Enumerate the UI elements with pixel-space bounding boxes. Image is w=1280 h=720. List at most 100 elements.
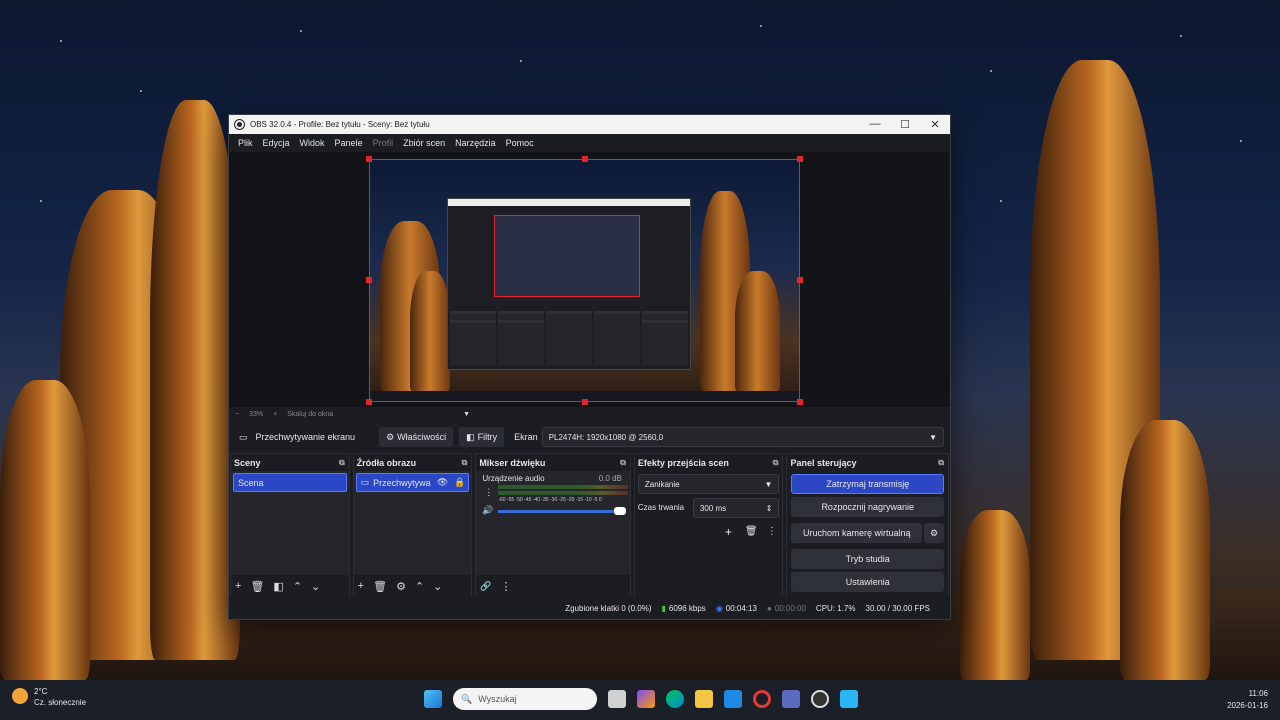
virtual-camera-settings-icon[interactable]: ⚙ bbox=[924, 523, 944, 543]
record-icon: ● bbox=[766, 603, 772, 613]
scenes-title: Sceny bbox=[234, 457, 261, 468]
undock-icon[interactable]: ⧉ bbox=[620, 458, 626, 468]
settings-button[interactable]: Ustawienia bbox=[791, 572, 944, 592]
opera-icon[interactable] bbox=[753, 690, 771, 708]
weather-icon bbox=[12, 688, 28, 704]
menu-bar: Plik Edycja Widok Panele Profil Zbiór sc… bbox=[229, 134, 950, 152]
window-title: OBS 32.0.4 - Profile: Bez tytułu - Sceny… bbox=[250, 120, 430, 129]
stream-time: 00:04:13 bbox=[725, 603, 757, 613]
mixer-dock: Mikser dźwięku ⧉ Urządzenie audio 0.0 dB … bbox=[475, 453, 631, 598]
volume-slider-handle[interactable] bbox=[614, 507, 627, 515]
preview-canvas[interactable] bbox=[369, 159, 800, 402]
source-item[interactable]: ▭ Przechwytywa 👁 🔒 bbox=[355, 473, 470, 492]
menu-profil[interactable]: Profil bbox=[373, 138, 394, 148]
zoom-in-button[interactable]: + bbox=[273, 411, 277, 418]
chevron-up-icon[interactable]: ⌃ bbox=[415, 580, 424, 593]
menu-edycja[interactable]: Edycja bbox=[263, 138, 290, 148]
eye-icon[interactable]: 👁 bbox=[437, 477, 448, 488]
gear-icon[interactable]: ⚙ bbox=[396, 580, 406, 593]
menu-zbior-scen[interactable]: Zbiór scen bbox=[403, 138, 445, 148]
spin-icon: ⇕ bbox=[765, 503, 773, 513]
maximize-button[interactable]: ☐ bbox=[890, 118, 920, 131]
stop-stream-button[interactable]: Zatrzymaj transmisję bbox=[791, 474, 944, 494]
app-icon[interactable] bbox=[840, 690, 858, 708]
menu-widok[interactable]: Widok bbox=[300, 138, 325, 148]
menu-pomoc[interactable]: Pomoc bbox=[506, 138, 534, 148]
link-icon[interactable]: 🔗 bbox=[480, 581, 491, 592]
transitions-title: Efekty przejścia scen bbox=[637, 457, 729, 468]
file-explorer-icon[interactable] bbox=[695, 690, 713, 708]
filters-button[interactable]: ◧ Filtry bbox=[459, 427, 505, 447]
chevron-down-icon: ▼ bbox=[764, 479, 773, 489]
chevron-up-icon[interactable]: ⌃ bbox=[293, 580, 302, 593]
properties-button[interactable]: ⚙ Właściwości bbox=[379, 427, 454, 447]
weather-widget[interactable]: 2°C Cz. słonecznie bbox=[12, 686, 86, 708]
undock-icon[interactable]: ⧉ bbox=[773, 458, 779, 468]
add-icon[interactable]: + bbox=[725, 525, 732, 539]
studio-mode-button[interactable]: Tryb studia bbox=[791, 549, 944, 569]
mixer-title: Mikser dźwięku bbox=[479, 457, 546, 468]
controls-title: Panel sterujący bbox=[790, 457, 857, 468]
obs-taskbar-icon[interactable] bbox=[811, 690, 829, 708]
monitor-icon: ▭ bbox=[360, 477, 370, 487]
scene-item[interactable]: Scena bbox=[233, 473, 347, 492]
bitrate: 6096 kbps bbox=[668, 603, 706, 613]
screen-select[interactable]: PL2474H: 1920x1080 @ 2560,0 ▼ bbox=[541, 427, 944, 447]
outlook-icon[interactable] bbox=[724, 690, 742, 708]
dropped-frames: Zgubione klatki 0 (0.0%) bbox=[565, 603, 652, 613]
preview-area[interactable] bbox=[229, 152, 950, 407]
monitor-icon: ▭ bbox=[239, 431, 248, 442]
volume-slider[interactable] bbox=[498, 510, 627, 513]
undock-icon[interactable]: ⧉ bbox=[938, 458, 944, 468]
close-button[interactable]: ✕ bbox=[920, 118, 950, 131]
chevron-down-icon: ▼ bbox=[929, 432, 937, 442]
audio-device-name: Urządzenie audio bbox=[482, 474, 545, 483]
duration-spinbox[interactable]: 300 ms ⇕ bbox=[692, 498, 780, 518]
chevron-down-icon[interactable]: ▼ bbox=[463, 411, 470, 418]
start-recording-button[interactable]: Rozpocznij nagrywanie bbox=[791, 497, 944, 517]
undock-icon[interactable]: ⧉ bbox=[339, 458, 345, 468]
lock-icon[interactable]: 🔒 bbox=[454, 477, 465, 488]
weather-condition: Cz. słonecznie bbox=[34, 698, 87, 707]
teams-icon[interactable] bbox=[782, 690, 800, 708]
transition-select[interactable]: Zanikanie ▼ bbox=[637, 474, 780, 494]
sources-title: Źródła obrazu bbox=[356, 457, 417, 468]
chevron-down-icon[interactable]: ⌄ bbox=[311, 580, 320, 593]
trash-icon[interactable]: 🗑 bbox=[745, 526, 758, 537]
menu-narzedzia[interactable]: Narzędzia bbox=[455, 138, 496, 148]
more-icon[interactable]: ⋮ bbox=[501, 580, 512, 593]
zoom-out-button[interactable]: − bbox=[235, 411, 239, 418]
speaker-icon[interactable]: 🔊 bbox=[482, 505, 493, 516]
chevron-down-icon[interactable]: ⌄ bbox=[433, 580, 442, 593]
more-icon[interactable]: ⋮ bbox=[767, 526, 777, 537]
source-name: ▭ Przechwytywanie ekranu bbox=[239, 431, 356, 443]
signal-icon: ▮ bbox=[661, 603, 666, 613]
fps: 30.00 / 30.00 FPS bbox=[865, 603, 931, 613]
menu-panele[interactable]: Panele bbox=[335, 138, 363, 148]
clock-time: 11:06 bbox=[1248, 689, 1268, 698]
taskbar-search[interactable]: 🔍 Wyszukaj bbox=[453, 688, 597, 710]
add-icon[interactable]: + bbox=[358, 580, 364, 592]
mixer-menu-icon[interactable]: ⋮ bbox=[484, 487, 493, 498]
system-clock[interactable]: 11:06 2026-01-16 bbox=[1227, 688, 1268, 712]
minimize-button[interactable]: — bbox=[860, 118, 890, 131]
filter-icon[interactable]: ◧ bbox=[273, 580, 283, 593]
sources-dock: Źródła obrazu ⧉ ▭ Przechwytywa 👁 🔒 + 🗑 ⚙ ⌃ ⌄ bbox=[352, 453, 473, 598]
transitions-dock: Efekty przejścia scen ⧉ Zanikanie ▼ Czas t… bbox=[633, 453, 784, 598]
source-toolbar: ▭ Przechwytywanie ekranu ⚙ Właściwości ◧ Fi… bbox=[229, 423, 950, 451]
undock-icon[interactable]: ⧉ bbox=[462, 458, 468, 468]
trash-icon[interactable]: 🗑 bbox=[373, 580, 387, 593]
filter-icon: ◧ bbox=[466, 431, 475, 442]
zoom-bar: − 33% + Skaluj do okna ▼ bbox=[229, 407, 950, 421]
add-icon[interactable]: + bbox=[235, 580, 241, 592]
windows-start-icon[interactable] bbox=[424, 690, 442, 708]
copilot-icon[interactable] bbox=[637, 690, 655, 708]
virtual-camera-button[interactable]: Uruchom kamerę wirtualną bbox=[791, 523, 922, 543]
task-view-icon[interactable] bbox=[608, 690, 626, 708]
docks-area: Sceny ⧉ Scena + 🗑 ◧ ⌃ ⌄ Źródła obrazu ⧉ ▭ Prz… bbox=[229, 453, 950, 598]
edge-icon[interactable] bbox=[666, 690, 684, 708]
record-time: 00:00:00 bbox=[774, 603, 806, 613]
zoom-mode[interactable]: Skaluj do okna bbox=[287, 411, 333, 418]
menu-plik[interactable]: Plik bbox=[238, 138, 253, 148]
trash-icon[interactable]: 🗑 bbox=[250, 580, 264, 593]
